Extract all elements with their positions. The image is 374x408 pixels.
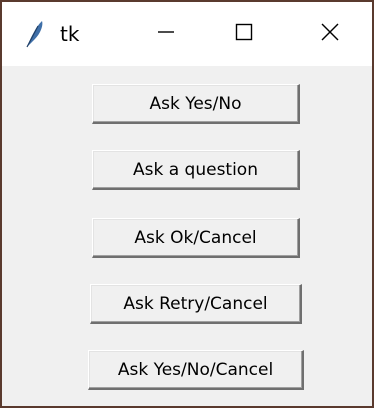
minimize-icon (157, 23, 175, 45)
tk-window: tk Ask Yes/No Ask a question Ask Ok/Canc… (0, 0, 374, 408)
title-bar[interactable]: tk (2, 2, 372, 66)
ask-retry-cancel-button[interactable]: Ask Retry/Cancel (90, 284, 302, 324)
close-button[interactable] (298, 2, 362, 66)
ask-question-button[interactable]: Ask a question (92, 150, 300, 190)
maximize-icon (235, 23, 253, 45)
maximize-button[interactable] (212, 2, 276, 66)
ask-yes-no-button[interactable]: Ask Yes/No (92, 84, 300, 124)
minimize-button[interactable] (134, 2, 198, 66)
ask-yes-no-cancel-button[interactable]: Ask Yes/No/Cancel (88, 350, 304, 390)
window-title: tk (60, 22, 80, 46)
ask-ok-cancel-button[interactable]: Ask Ok/Cancel (92, 218, 300, 258)
close-icon (320, 22, 340, 46)
window-content: Ask Yes/No Ask a question Ask Ok/Cancel … (2, 66, 372, 406)
feather-icon (24, 20, 44, 48)
